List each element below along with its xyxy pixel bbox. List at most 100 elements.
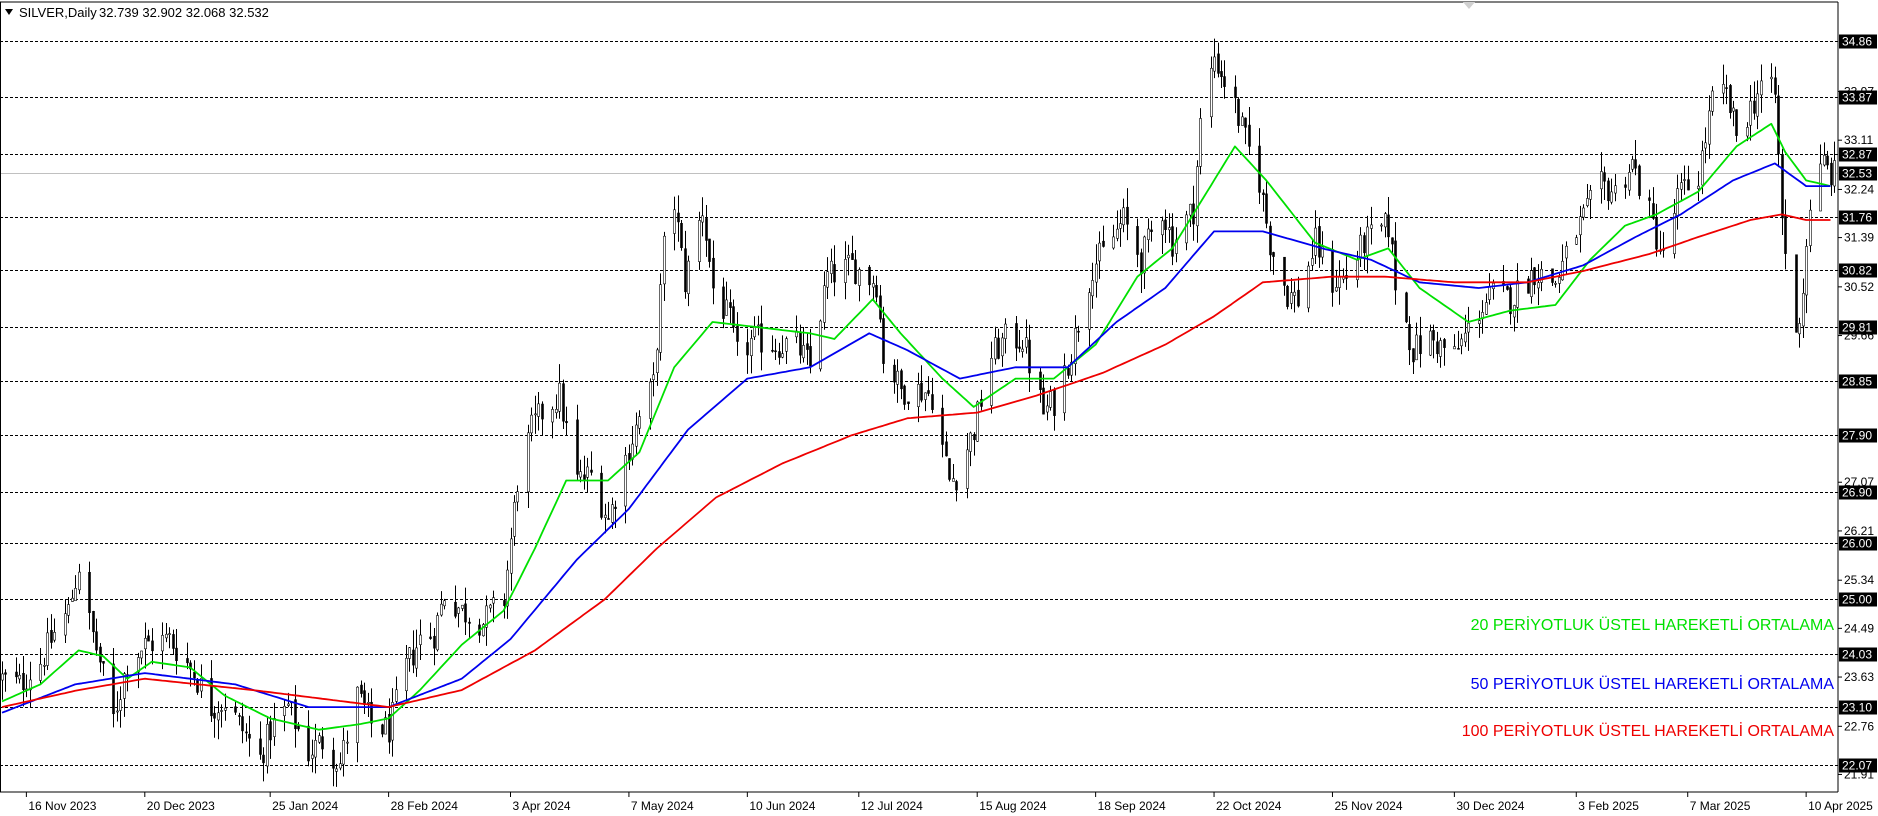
candle-body bbox=[4, 672, 7, 675]
candle-body bbox=[1802, 292, 1805, 327]
candle-body bbox=[729, 302, 732, 308]
candle-body bbox=[224, 707, 227, 711]
x-tick-label: 25 Nov 2024 bbox=[1334, 799, 1402, 813]
candle-body bbox=[541, 403, 544, 420]
candle-body bbox=[1488, 286, 1491, 300]
candle-body bbox=[1067, 367, 1070, 376]
candle-body bbox=[1533, 267, 1536, 286]
candle-body bbox=[1809, 209, 1812, 246]
candle-body bbox=[1408, 324, 1411, 351]
candle-body bbox=[1819, 163, 1822, 212]
candle-body bbox=[799, 331, 802, 356]
current-price-label: 32.53 bbox=[1842, 167, 1872, 181]
candle-body bbox=[1161, 220, 1164, 236]
candle-body bbox=[687, 260, 690, 294]
candle-body bbox=[1196, 166, 1199, 227]
candle-body bbox=[1607, 180, 1610, 202]
candle-body bbox=[415, 647, 418, 669]
candle-body bbox=[1335, 287, 1338, 292]
candle-body bbox=[955, 481, 958, 491]
candle-body bbox=[746, 342, 749, 356]
candle-body bbox=[346, 741, 349, 744]
candle-body bbox=[851, 253, 854, 260]
candle-body bbox=[405, 657, 408, 692]
level-label: 33.87 bbox=[1842, 91, 1872, 105]
candle-body bbox=[1391, 237, 1394, 245]
candle-body bbox=[1614, 185, 1617, 194]
candle-body bbox=[973, 434, 976, 441]
level-label: 28.85 bbox=[1842, 375, 1872, 389]
candle-body bbox=[50, 630, 53, 643]
candle-body bbox=[1638, 165, 1641, 196]
candle-body bbox=[1464, 332, 1467, 343]
level-label: 26.90 bbox=[1842, 486, 1872, 500]
candle-body bbox=[266, 724, 269, 767]
candle-body bbox=[534, 413, 537, 416]
candle-body bbox=[1046, 405, 1049, 413]
candle-body bbox=[419, 634, 422, 645]
candle-body bbox=[624, 454, 627, 507]
candle-body bbox=[920, 382, 923, 401]
candle-body bbox=[1781, 154, 1784, 219]
symbol-label: SILVER,Daily bbox=[19, 5, 97, 20]
candle-body bbox=[1, 673, 4, 681]
candle-body bbox=[1049, 391, 1052, 408]
candle-body bbox=[1833, 160, 1836, 187]
candle-body bbox=[1095, 263, 1098, 283]
candle-body bbox=[941, 407, 944, 445]
candle-body bbox=[318, 735, 321, 743]
candle-body bbox=[1798, 323, 1801, 335]
candle-body bbox=[1265, 193, 1268, 224]
candle-body bbox=[1634, 159, 1637, 169]
candle-body bbox=[53, 632, 56, 641]
candle-body bbox=[1136, 226, 1139, 255]
candle-body bbox=[22, 672, 25, 690]
candle-body bbox=[1735, 109, 1738, 136]
candle-body bbox=[1624, 184, 1627, 188]
y-tick-label: 25.34 bbox=[1844, 573, 1874, 587]
candle-body bbox=[1098, 242, 1101, 262]
candle-body bbox=[1210, 67, 1213, 118]
candle-body bbox=[635, 424, 638, 447]
candle-body bbox=[847, 254, 850, 259]
chart-header: SILVER,Daily 32.739 32.902 32.068 32.532 bbox=[5, 5, 269, 20]
candle-body bbox=[248, 733, 251, 739]
candle-body bbox=[147, 635, 150, 642]
candle-body bbox=[119, 699, 122, 711]
candle-body bbox=[175, 647, 178, 661]
candle-body bbox=[342, 740, 345, 765]
candle-body bbox=[64, 613, 67, 636]
candle-body bbox=[1749, 100, 1752, 126]
candle-body bbox=[489, 604, 492, 609]
candle-body bbox=[611, 504, 614, 523]
candle-body bbox=[436, 615, 439, 651]
y-tick-label: 32.24 bbox=[1844, 182, 1874, 196]
candle-body bbox=[1217, 53, 1220, 74]
candle-body bbox=[952, 478, 955, 482]
candle-body bbox=[492, 597, 495, 604]
candle-body bbox=[367, 701, 370, 704]
candle-body bbox=[673, 209, 676, 234]
candle-body bbox=[335, 768, 338, 772]
x-tick-label: 30 Dec 2024 bbox=[1456, 799, 1524, 813]
candle-body bbox=[1307, 265, 1310, 309]
candle-body bbox=[1338, 276, 1341, 288]
candle-body bbox=[1443, 339, 1446, 348]
candle-body bbox=[1001, 337, 1004, 357]
candle-body bbox=[896, 370, 899, 385]
ohlc-values: 32.739 32.902 32.068 32.532 bbox=[99, 5, 269, 20]
candle-body bbox=[722, 286, 725, 319]
candle-body bbox=[46, 632, 49, 666]
candle-body bbox=[826, 271, 829, 288]
silver-daily-chart[interactable]: 33.9733.1132.2431.3930.5229.6627.0726.21… bbox=[0, 0, 1878, 816]
candle-body bbox=[1415, 334, 1418, 361]
candle-body bbox=[590, 469, 593, 473]
y-tick-label: 30.52 bbox=[1844, 280, 1874, 294]
candle-body bbox=[408, 647, 411, 659]
candle-body bbox=[1311, 258, 1314, 266]
candle-body bbox=[604, 514, 607, 518]
candle-body bbox=[510, 538, 513, 574]
x-tick-label: 22 Oct 2024 bbox=[1216, 799, 1282, 813]
candle-body bbox=[1053, 389, 1056, 416]
candle-body bbox=[1485, 302, 1488, 315]
